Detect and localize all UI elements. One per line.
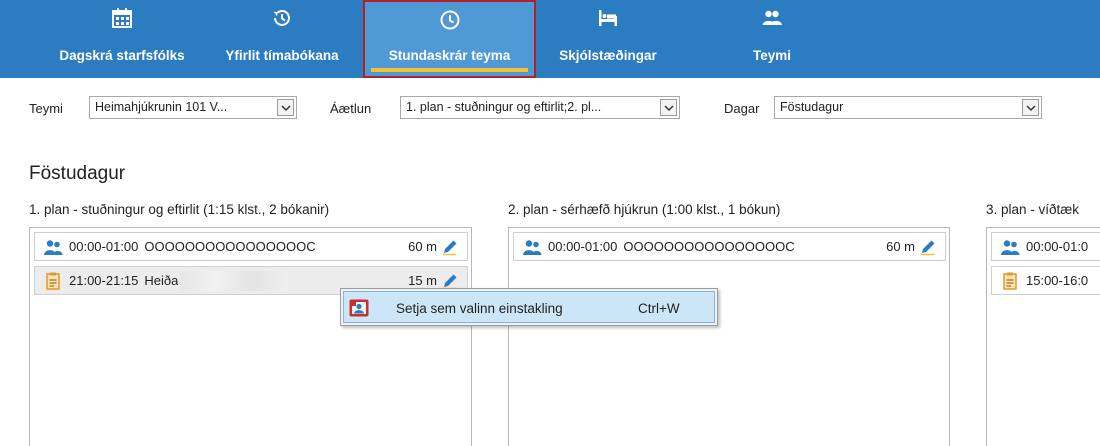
plan-2-list[interactable]: 00:00-01:00 OOOOOOOOOOOOOOOOC 60 m <box>508 227 950 446</box>
plan-label: Áætlun <box>330 101 372 116</box>
chevron-down-icon[interactable] <box>1022 99 1039 116</box>
booking-duration: 60 m <box>886 239 915 254</box>
booking-time: 00:00-01:0 <box>1026 239 1089 254</box>
person-select-icon <box>349 299 369 317</box>
booking-row[interactable]: 00:00-01:0 <box>991 232 1100 261</box>
plan-select[interactable]: 1. plan - stuðningur og eftirlit;2. pl..… <box>400 96 680 119</box>
booking-name: OOOOOOOOOOOOOOOOC <box>144 239 316 254</box>
booking-time: 15:00-16:0 <box>1026 273 1089 288</box>
calendar-icon <box>112 8 132 28</box>
clipboard-icon <box>46 272 60 290</box>
history-icon <box>273 9 290 26</box>
booking-time: 21:00-21:15 <box>69 273 139 288</box>
clipboard-icon <box>1003 272 1017 290</box>
plan-1-heading: 1. plan - stuðningur og eftirlit (1:15 k… <box>29 202 330 217</box>
tab-yfirlit-timabokana[interactable]: Yfirlit tímabókana <box>204 0 360 78</box>
context-menu-item-set-as-selected-person[interactable]: Setja sem valinn einstakling Ctrl+W <box>343 291 715 323</box>
active-tab-underline <box>371 68 528 72</box>
booking-row[interactable]: 00:00-01:00 OOOOOOOOOOOOOOOOC 60 m <box>34 232 468 261</box>
tab-dagskra-starfsfolks[interactable]: Dagskrá starfsfólks <box>40 0 204 78</box>
days-select[interactable]: Föstudagur <box>774 96 1042 119</box>
bed-icon <box>599 10 617 26</box>
group-icon <box>1001 239 1020 255</box>
days-select-value: Föstudagur <box>780 100 844 114</box>
tab-label: Yfirlit tímabókana <box>225 48 339 63</box>
group-icon <box>44 239 63 255</box>
tab-stundaskrar-teyma[interactable]: Stundaskrár teyma <box>363 0 536 78</box>
clock-icon <box>440 10 459 30</box>
plan-3-list[interactable]: 00:00-01:0 15:00-16:0 <box>986 227 1100 446</box>
context-menu-shortcut: Ctrl+W <box>638 301 680 316</box>
chevron-down-icon[interactable] <box>277 99 294 116</box>
plan-2-heading: 2. plan - sérhæfð hjúkrun (1:00 klst., 1… <box>508 202 781 217</box>
pencil-icon[interactable] <box>441 238 459 256</box>
booking-name: OOOOOOOOOOOOOOOOC <box>623 239 795 254</box>
booking-time: 00:00-01:00 <box>69 239 139 254</box>
day-title: Föstudagur <box>29 163 126 184</box>
team-select-value: Heimahjúkrunin 101 V... <box>95 100 228 114</box>
chevron-down-icon[interactable] <box>660 99 677 116</box>
booking-time: 00:00-01:00 <box>548 239 618 254</box>
plan-3-heading: 3. plan - víðtæk <box>986 202 1080 217</box>
booking-row[interactable]: 15:00-16:0 <box>991 266 1100 295</box>
context-menu-label: Setja sem valinn einstakling <box>396 301 563 316</box>
booking-row[interactable]: 00:00-01:00 OOOOOOOOOOOOOOOOC 60 m <box>513 232 946 261</box>
tab-label: Skjólstæðingar <box>559 48 657 63</box>
tab-teymi[interactable]: Teymi <box>722 0 822 78</box>
pencil-icon[interactable] <box>919 238 937 256</box>
booking-name: Heiða <box>144 273 179 288</box>
plan-1-list[interactable]: 00:00-01:00 OOOOOOOOOOOOOOOOC 60 m 21:00… <box>29 227 472 446</box>
context-menu: Setja sem valinn einstakling Ctrl+W <box>340 288 718 326</box>
filter-bar: Teymi Heimahjúkrunin 101 V... Áætlun 1. … <box>0 96 1100 122</box>
tab-label: Stundaskrár teyma <box>388 48 511 63</box>
team-icon <box>762 10 782 25</box>
team-select[interactable]: Heimahjúkrunin 101 V... <box>89 96 297 119</box>
booking-duration: 15 m <box>408 273 437 288</box>
top-ribbon: Dagskrá starfsfólks Yfirlit tímabókana S… <box>0 0 1100 78</box>
tab-label: Dagskrá starfsfólks <box>59 48 185 63</box>
booking-duration: 60 m <box>408 239 437 254</box>
group-icon <box>523 239 542 255</box>
days-label: Dagar <box>724 101 760 116</box>
team-label: Teymi <box>29 101 63 116</box>
tab-label: Teymi <box>752 48 791 63</box>
plan-select-value: 1. plan - stuðningur og eftirlit;2. pl..… <box>406 100 602 114</box>
tab-skjolstaedingar[interactable]: Skjólstæðingar <box>538 0 678 78</box>
redacted-name-blur <box>180 270 289 291</box>
